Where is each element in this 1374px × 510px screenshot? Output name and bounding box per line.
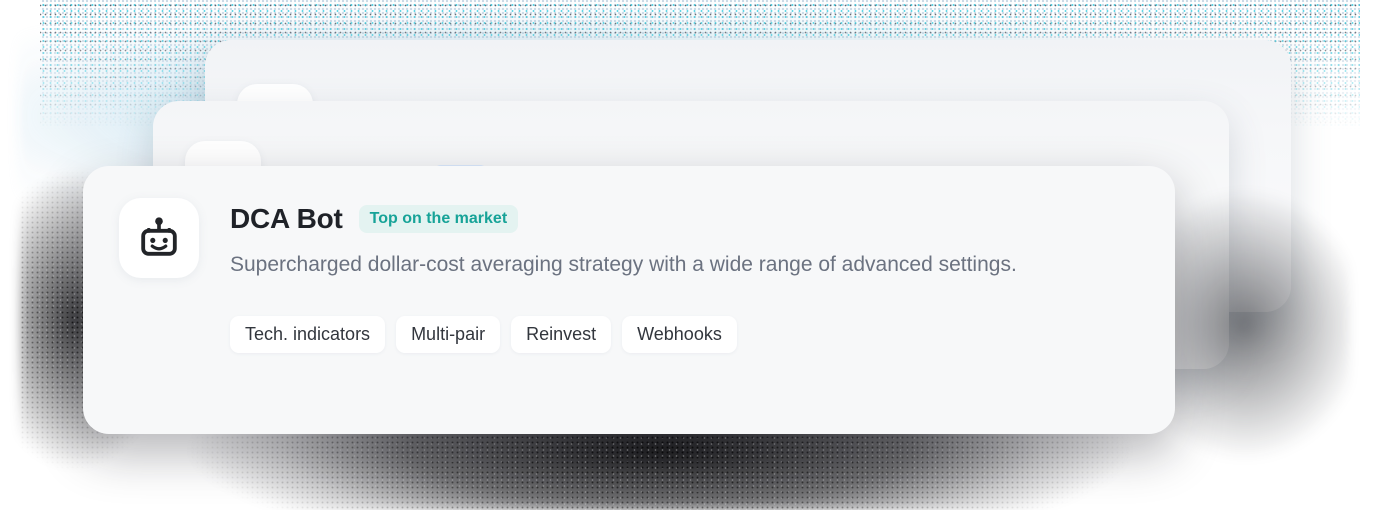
card-dca-bot-tag-list: Tech. indicators Multi-pair Reinvest Web… [230,316,1139,353]
card-dca-bot[interactable]: DCA Bot Top on the market Supercharged d… [83,166,1175,434]
tag-item[interactable]: Tech. indicators [230,316,386,353]
robot-icon [119,198,199,278]
status-badge-top-on-the-market: Top on the market [358,205,519,233]
tag-item[interactable]: Reinvest [511,316,612,353]
tag-item[interactable]: Webhooks [622,316,737,353]
card-dca-bot-titlerow: DCA Bot Top on the market [230,203,1017,235]
card-dca-bot-title: DCA Bot [230,203,343,234]
card-dca-bot-header: DCA Bot Top on the market Supercharged d… [119,198,1139,281]
bot-card-stack: GRID Bot Automated grid trading that pro… [0,0,1374,510]
card-dca-bot-description: Supercharged dollar-cost averaging strat… [230,253,1017,276]
tag-item[interactable]: Multi-pair [396,316,501,353]
